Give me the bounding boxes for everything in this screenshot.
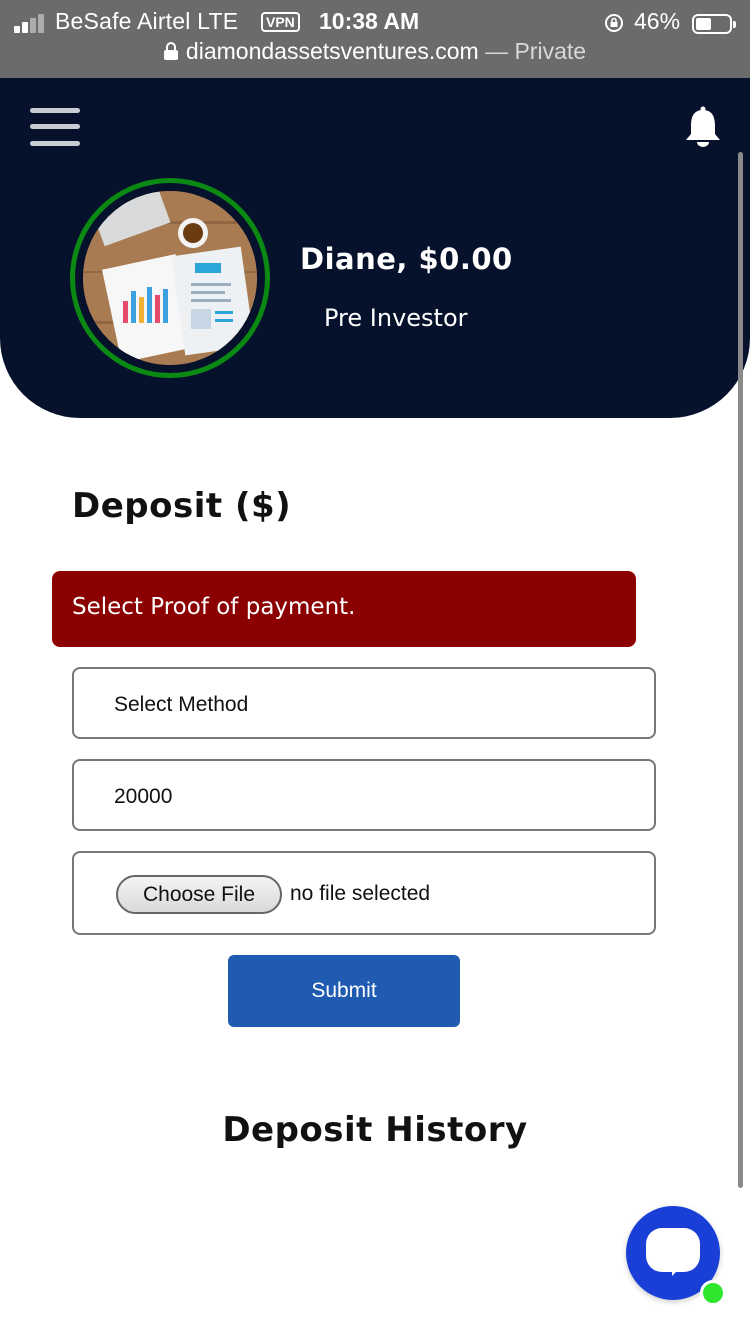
status-time: 10:38 AM bbox=[319, 8, 420, 34]
url-separator: — bbox=[478, 38, 515, 64]
amount-input[interactable]: 20000 bbox=[72, 759, 656, 831]
signal-icon bbox=[14, 13, 48, 33]
choose-file-button[interactable]: Choose File bbox=[116, 875, 282, 914]
deposit-title: Deposit ($) bbox=[72, 486, 292, 526]
submit-button[interactable]: Submit bbox=[228, 955, 460, 1027]
payment-method-select[interactable]: Select Method bbox=[72, 667, 656, 739]
avatar-ring bbox=[70, 178, 270, 378]
bell-icon[interactable] bbox=[684, 106, 722, 148]
file-status-text: no file selected bbox=[290, 882, 431, 905]
vpn-badge: VPN bbox=[261, 12, 300, 32]
hamburger-menu-icon[interactable] bbox=[30, 108, 80, 148]
rotation-lock-icon bbox=[605, 14, 623, 32]
battery-icon bbox=[692, 14, 736, 34]
chat-bubble-tail bbox=[672, 1264, 684, 1276]
online-status-dot bbox=[700, 1280, 726, 1306]
avatar-image bbox=[83, 191, 257, 365]
page-scrollbar[interactable] bbox=[738, 152, 743, 1188]
error-alert: Select Proof of payment. bbox=[52, 571, 636, 647]
status-row: BeSafe Airtel LTE VPN 10:38 AM 46% bbox=[0, 4, 750, 38]
private-mode-label: Private bbox=[514, 38, 587, 64]
payment-method-value: Select Method bbox=[114, 693, 249, 716]
user-role: Pre Investor bbox=[324, 304, 468, 332]
battery-percent: 46% bbox=[634, 8, 681, 34]
url-host: diamondassetsventures.com bbox=[185, 38, 479, 64]
address-bar[interactable]: diamondassetsventures.com — Private bbox=[0, 38, 750, 72]
padlock-icon bbox=[163, 42, 178, 60]
user-name-balance: Diane, $0.00 bbox=[300, 242, 513, 276]
carrier-name: BeSafe Airtel LTE bbox=[55, 8, 239, 34]
deposit-history-title: Deposit History bbox=[222, 1110, 528, 1150]
status-bar: BeSafe Airtel LTE VPN 10:38 AM 46% diamo… bbox=[0, 0, 750, 78]
proof-of-payment-field: Choose File no file selected bbox=[72, 851, 656, 935]
profile-header: Diane, $0.00 Pre Investor bbox=[0, 78, 750, 418]
avatar bbox=[83, 191, 257, 365]
amount-value: 20000 bbox=[114, 785, 173, 808]
